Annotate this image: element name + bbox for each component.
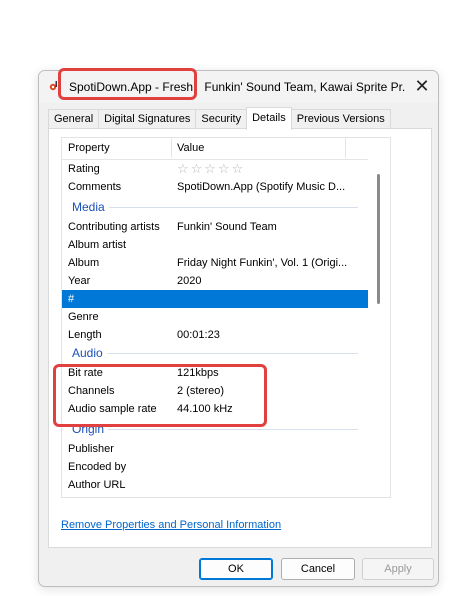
property-value: 121kbps	[177, 367, 219, 379]
property-label: Publisher	[68, 443, 114, 455]
column-divider[interactable]	[345, 138, 346, 158]
row-album-artist[interactable]: Album artist	[62, 236, 368, 254]
row-publisher[interactable]: Publisher	[62, 440, 368, 458]
window-title-artists: Funkin' Sound Team, Kawai Sprite Pr...	[204, 80, 405, 94]
property-label: Channels	[68, 385, 115, 397]
tab-strip: General Digital Signatures Security Deta…	[48, 107, 391, 130]
property-label: Length	[68, 329, 102, 341]
row-channels[interactable]: Channels 2 (stereo)	[62, 382, 368, 400]
properties-dialog: SpotiDown.App - Fresh Funkin' Sound Team…	[38, 70, 439, 587]
remove-properties-link[interactable]: Remove Properties and Personal Informati…	[61, 519, 281, 531]
vertical-scrollbar[interactable]	[368, 138, 390, 497]
property-label: Author URL	[68, 479, 126, 491]
scrollbar-thumb[interactable]	[377, 174, 380, 304]
close-icon: ✕	[414, 75, 430, 96]
tab-digital-signatures[interactable]: Digital Signatures	[98, 109, 197, 130]
property-label: Encoded by	[68, 461, 127, 473]
property-value: 2 (stereo)	[177, 385, 225, 397]
tab-security[interactable]: Security	[195, 109, 248, 130]
row-track-number[interactable]: #	[62, 290, 368, 308]
details-panel: Property Value Rating ☆☆☆☆☆ Comments Spo…	[48, 128, 432, 548]
row-contributing-artists[interactable]: Contributing artists Funkin' Sound Team	[62, 218, 368, 236]
property-label: Comments	[68, 181, 122, 193]
property-value: 44.100 kHz	[177, 403, 233, 415]
column-header-value[interactable]: Value	[177, 142, 204, 154]
property-list[interactable]: Property Value Rating ☆☆☆☆☆ Comments Spo…	[61, 137, 391, 498]
title-bar[interactable]: SpotiDown.App - Fresh Funkin' Sound Team…	[39, 71, 438, 103]
row-audio-sample-rate[interactable]: Audio sample rate 44.100 kHz	[62, 400, 368, 418]
property-value: SpotiDown.App (Spotify Music D...	[177, 181, 346, 193]
property-label: Album artist	[68, 239, 127, 251]
property-label: Contributing artists	[68, 221, 160, 233]
property-value: 00:01:23	[177, 329, 220, 341]
group-divider	[72, 429, 358, 430]
tab-details[interactable]: Details	[246, 107, 292, 130]
property-label: Rating	[68, 163, 100, 175]
row-author-url[interactable]: Author URL	[62, 476, 368, 494]
property-value: 2020	[177, 275, 202, 287]
window-title: SpotiDown.App - Fresh Funkin' Sound Team…	[69, 79, 405, 95]
ok-button[interactable]: OK	[199, 558, 273, 580]
property-value: Funkin' Sound Team	[177, 221, 277, 233]
group-header-media: Media	[62, 198, 368, 216]
window-title-filename: SpotiDown.App - Fresh	[69, 80, 194, 94]
group-header-audio: Audio	[62, 344, 368, 362]
list-header: Property Value	[62, 138, 368, 160]
rating-stars[interactable]: ☆☆☆☆☆	[177, 161, 365, 177]
close-button[interactable]: ✕	[406, 71, 438, 101]
column-divider[interactable]	[171, 138, 172, 158]
row-rating[interactable]: Rating ☆☆☆☆☆	[62, 160, 368, 178]
group-label: Audio	[72, 346, 107, 360]
column-header-property[interactable]: Property	[68, 142, 110, 154]
media-file-icon	[49, 81, 57, 91]
row-encoded-by[interactable]: Encoded by	[62, 458, 368, 476]
cancel-button[interactable]: Cancel	[281, 558, 355, 580]
property-value: Friday Night Funkin', Vol. 1 (Origi...	[177, 257, 348, 269]
row-album[interactable]: Album Friday Night Funkin', Vol. 1 (Orig…	[62, 254, 368, 272]
property-label: Album	[68, 257, 100, 269]
group-divider	[72, 353, 358, 354]
group-label: Origin	[72, 422, 109, 436]
property-label: #	[68, 293, 75, 305]
tab-previous-versions[interactable]: Previous Versions	[290, 109, 391, 130]
row-comments[interactable]: Comments SpotiDown.App (Spotify Music D.…	[62, 178, 368, 196]
property-label: Genre	[68, 311, 99, 323]
row-year[interactable]: Year 2020	[62, 272, 368, 290]
group-header-origin: Origin	[62, 420, 368, 438]
property-label: Year	[68, 275, 91, 287]
property-label: Audio sample rate	[68, 403, 157, 415]
row-genre[interactable]: Genre	[62, 308, 368, 326]
row-length[interactable]: Length 00:01:23	[62, 326, 368, 344]
group-divider	[72, 207, 358, 208]
property-label: Bit rate	[68, 367, 103, 379]
apply-button[interactable]: Apply	[362, 558, 434, 580]
row-bit-rate[interactable]: Bit rate 121kbps	[62, 364, 368, 382]
group-label: Media	[72, 200, 109, 214]
tab-general[interactable]: General	[48, 109, 100, 130]
